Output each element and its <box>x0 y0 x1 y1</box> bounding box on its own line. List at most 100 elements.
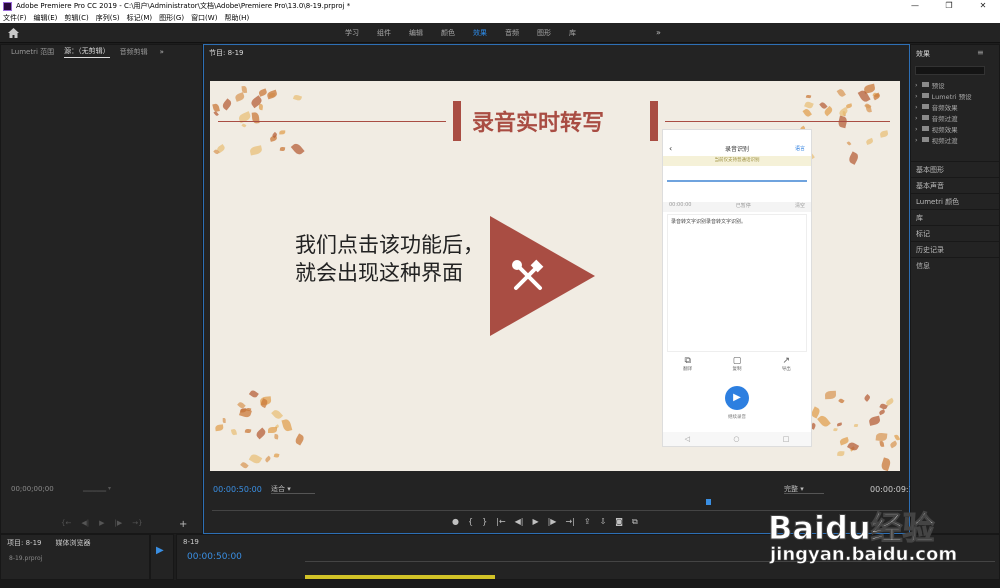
menu-file[interactable]: 文件(F) <box>3 13 27 23</box>
home-icon[interactable] <box>8 28 19 38</box>
extract-icon[interactable]: ⇩ <box>600 517 607 527</box>
workspace-tab-effects[interactable]: 效果 <box>473 28 487 38</box>
tree-item-video-effects[interactable]: › 视频效果 <box>915 123 995 134</box>
compare-view-icon[interactable]: ⧉ <box>632 517 638 527</box>
menu-clip[interactable]: 剪辑(C) <box>64 13 88 23</box>
mark-in-icon[interactable]: { <box>468 517 473 527</box>
phone-rec-status: 已暂停 <box>735 203 751 209</box>
menu-help[interactable]: 帮助(H) <box>224 13 249 23</box>
timeline-timecode[interactable]: 00:00:50:00 <box>187 552 242 562</box>
zoom-level-select[interactable]: 适合 ▾ <box>271 484 315 494</box>
play-icon[interactable]: ▶ <box>99 519 104 527</box>
menu-window[interactable]: 窗口(W) <box>191 13 217 23</box>
program-playhead[interactable] <box>706 499 712 505</box>
source-zoom-select[interactable]: ▁▁▁▁▁ ▾ <box>83 485 133 493</box>
premiere-logo-icon <box>3 1 12 11</box>
leaf-decoration <box>274 433 279 440</box>
mark-in-icon[interactable]: {← <box>61 519 71 527</box>
effects-panel-title[interactable]: 效果 <box>916 49 930 59</box>
leaf-decoration <box>241 123 247 129</box>
playback-resolution-select[interactable]: 完整 ▾ <box>784 484 824 494</box>
section-essential-graphics[interactable]: 基本图形 <box>911 161 999 177</box>
selection-tool-icon[interactable]: ▶ <box>156 545 166 556</box>
project-panel: 项目: 8-19 媒体浏览器 8-19.prproj <box>0 534 150 580</box>
mark-out-icon[interactable]: } <box>482 517 487 527</box>
leaf-decoration <box>853 423 859 427</box>
phone-action-export: ↗ 导出 <box>781 356 791 372</box>
workspace-tab-libraries[interactable]: 库 <box>569 28 576 38</box>
go-to-in-icon[interactable]: |← <box>496 517 505 527</box>
program-panel-title[interactable]: 节目: 8-19 <box>209 48 243 58</box>
leaf-decoration <box>802 107 812 118</box>
tree-item-presets[interactable]: › 预设 <box>915 79 995 90</box>
leaf-decoration <box>266 89 279 100</box>
phone-transcript: 录音转文字识别录音转文字识别。 <box>667 214 807 352</box>
tab-source[interactable]: 源：（无剪辑） <box>64 46 110 58</box>
step-back-icon[interactable]: ◀| <box>81 519 89 527</box>
timeline-tab[interactable]: 8-19 <box>183 538 199 546</box>
title-bar: Adobe Premiere Pro CC 2019 - C:\用户\Admin… <box>0 0 1000 12</box>
menu-graphics[interactable]: 图形(G) <box>159 13 184 23</box>
leaf-decoration <box>872 92 881 101</box>
maximize-button[interactable]: ❐ <box>932 0 966 12</box>
program-timecode[interactable]: 00:00:50:00 <box>213 485 262 494</box>
workspace-tab-audio[interactable]: 音频 <box>505 28 519 38</box>
export-frame-icon[interactable]: ◙ <box>615 517 623 527</box>
tab-project[interactable]: 项目: 8-19 <box>7 538 41 548</box>
workspace-tab-assembly[interactable]: 组件 <box>377 28 391 38</box>
export-icon: ↗ <box>782 356 791 366</box>
leaf-decoration <box>241 85 247 93</box>
section-essential-sound[interactable]: 基本声音 <box>911 177 999 193</box>
program-video-frame[interactable]: 录音实时转写 我们点击该功能后，就会出现这种界面 ‹ 录音识别 语言 当前仅支持… <box>210 81 900 471</box>
panel-more-icon[interactable]: » <box>160 48 164 56</box>
tree-item-lumetri-presets[interactable]: › Lumetri 预设 <box>915 90 995 101</box>
leaf-decoration <box>868 416 881 427</box>
workspace-tab-editing[interactable]: 编辑 <box>409 28 423 38</box>
lift-icon[interactable]: ⇪ <box>584 517 591 527</box>
leaf-decoration <box>279 146 286 152</box>
workspace-tab-graphics[interactable]: 图形 <box>537 28 551 38</box>
workspace-tab-color[interactable]: 颜色 <box>441 28 455 38</box>
slide-title-rule-right <box>665 121 890 122</box>
phone-action-translate: ⧉ 翻译 <box>683 356 693 372</box>
back-arrow-icon: ‹ <box>669 143 673 153</box>
effects-search-input[interactable] <box>915 66 985 75</box>
menu-marker[interactable]: 标记(M) <box>127 13 153 23</box>
close-button[interactable]: ✕ <box>966 0 1000 12</box>
panel-menu-icon[interactable]: ≡ <box>977 48 984 57</box>
add-button-icon[interactable]: + <box>179 519 187 530</box>
tree-item-video-transitions[interactable]: › 视频过渡 <box>915 134 995 145</box>
section-lumetri-color[interactable]: Lumetri 颜色 <box>911 193 999 209</box>
leaf-decoration <box>249 144 263 156</box>
minimize-button[interactable]: — <box>898 0 932 12</box>
go-to-out-icon[interactable]: →| <box>565 517 574 527</box>
step-forward-icon[interactable]: |▶ <box>548 517 557 527</box>
add-marker-icon[interactable]: ● <box>452 517 459 527</box>
tree-item-audio-transitions[interactable]: › 音频过渡 <box>915 112 995 123</box>
translate-icon: ⧉ <box>684 356 691 366</box>
section-markers[interactable]: 标记 <box>911 225 999 241</box>
menu-edit[interactable]: 编辑(E) <box>34 13 58 23</box>
mark-out-icon[interactable]: →} <box>132 519 142 527</box>
timeline-clip[interactable] <box>305 575 495 579</box>
slide-title-bar-right <box>650 101 658 141</box>
tab-lumetri-scopes[interactable]: Lumetri 范围 <box>11 47 54 57</box>
source-timecode[interactable]: 00;00;00;00 <box>11 485 54 493</box>
play-icon[interactable]: ▶ <box>532 517 538 527</box>
step-forward-icon[interactable]: |▶ <box>114 519 122 527</box>
section-history[interactable]: 历史记录 <box>911 241 999 257</box>
leaf-decoration <box>245 428 252 434</box>
section-info[interactable]: 信息 <box>911 257 999 273</box>
workspace-tab-learn[interactable]: 学习 <box>345 28 359 38</box>
workspace-more-icon[interactable]: » <box>656 28 661 37</box>
tab-audio-clip-mixer[interactable]: 音频剪辑 <box>120 47 148 57</box>
effects-tree: › 预设 › Lumetri 预设 › 音频效果 › 音频过渡 › 视频效果 › 视频过渡 <box>915 79 995 145</box>
leaf-decoration <box>832 427 838 432</box>
slide-title-bar-left <box>453 101 461 141</box>
step-back-icon[interactable]: ◀| <box>515 517 524 527</box>
phone-screenshot: ‹ 录音识别 语言 当前仅支持普通话识别 00:00:00 已暂停 清空 录音转… <box>662 129 812 447</box>
menu-sequence[interactable]: 序列(S) <box>96 13 120 23</box>
section-libraries[interactable]: 库 <box>911 209 999 225</box>
tree-item-audio-effects[interactable]: › 音频效果 <box>915 101 995 112</box>
tab-media-browser[interactable]: 媒体浏览器 <box>55 538 90 548</box>
